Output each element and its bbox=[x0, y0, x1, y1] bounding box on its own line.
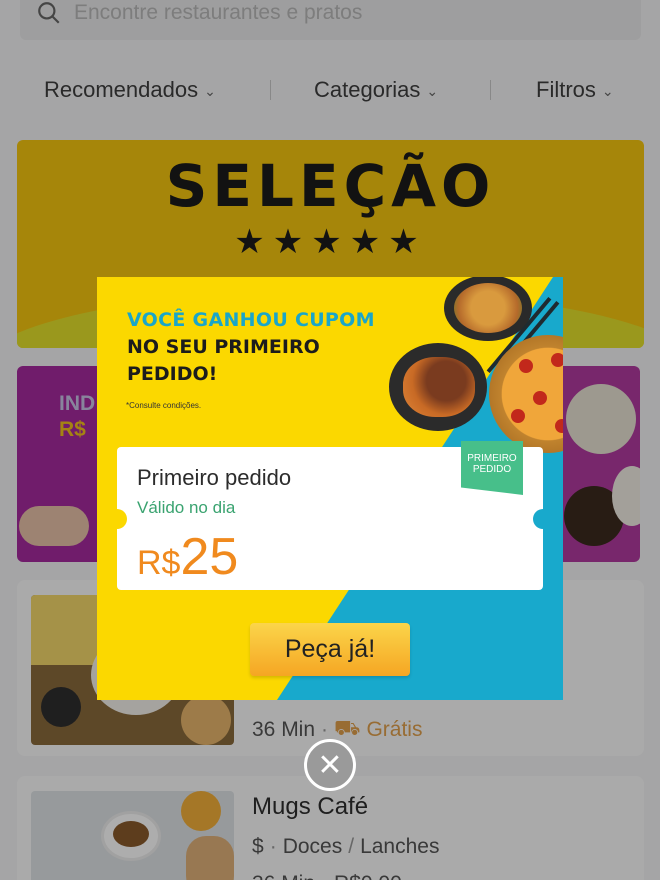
terms-note: *Consulte condições. bbox=[126, 401, 202, 410]
headline-line: VOCÊ GANHOU CUPOM bbox=[127, 309, 375, 331]
coupon-currency: R$ bbox=[137, 544, 181, 582]
headline-line: NO SEU PRIMEIRO bbox=[127, 336, 320, 358]
tag-line: PRIMEIRO bbox=[467, 453, 517, 464]
coupon-amount: 25 bbox=[180, 528, 239, 586]
tag-line: PEDIDO bbox=[472, 464, 512, 475]
coupon-validity: Válido no dia bbox=[137, 498, 236, 517]
coupon-title: Primeiro pedido bbox=[137, 465, 292, 490]
ticket-notch bbox=[533, 509, 553, 529]
headline-line: PEDIDO! bbox=[127, 363, 218, 385]
coupon-popup: VOCÊ GANHOU CUPOM NO SEU PRIMEIRO PEDIDO… bbox=[97, 277, 563, 700]
order-now-button[interactable]: Peça já! bbox=[250, 623, 410, 676]
steak-image bbox=[389, 343, 487, 431]
popup-headline: VOCÊ GANHOU CUPOM NO SEU PRIMEIRO PEDIDO… bbox=[127, 307, 375, 388]
close-button[interactable]: ✕ bbox=[304, 739, 356, 791]
ticket-notch bbox=[107, 509, 127, 529]
coupon-value: R$25 bbox=[137, 527, 238, 587]
close-icon: ✕ bbox=[317, 748, 343, 782]
first-order-tag: PRIMEIRO PEDIDO bbox=[461, 441, 523, 495]
coupon-ticket: Primeiro pedido Válido no dia R$25 PRIME… bbox=[107, 441, 553, 590]
